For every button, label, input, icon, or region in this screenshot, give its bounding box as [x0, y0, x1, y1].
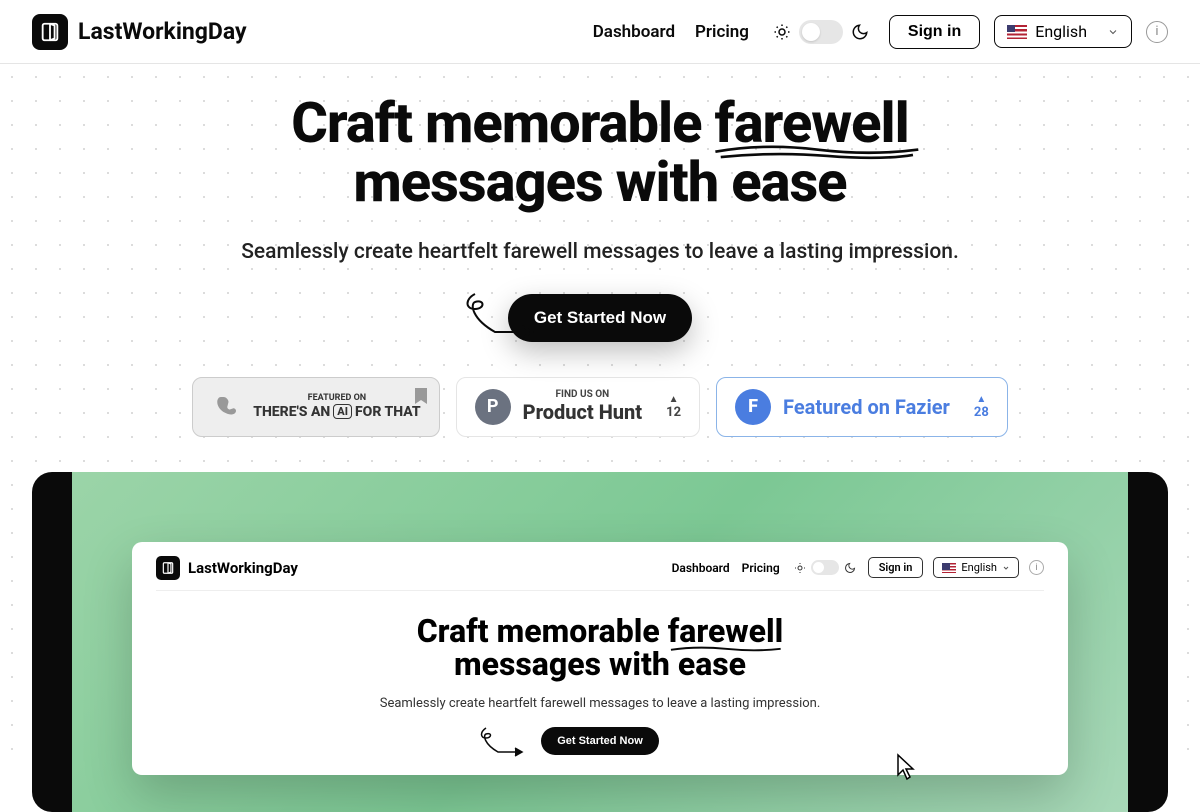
- taaft-main-label: THERE'S AN AI FOR THAT: [253, 404, 420, 420]
- demo-brand: LastWorkingDay: [188, 559, 298, 577]
- badge-row: Featured on THERE'S AN AI FOR THAT P FIN…: [0, 377, 1200, 437]
- hero-section: Craft memorable farewell messages with e…: [0, 64, 1200, 437]
- demo-header: LastWorkingDay Dashboard Pricing Sign in…: [156, 556, 1044, 591]
- fazier-f-icon: F: [735, 389, 771, 425]
- demo-nav: Dashboard Pricing: [672, 561, 780, 575]
- logo[interactable]: LastWorkingDay: [32, 14, 247, 50]
- fazier-label: Featured on Fazier: [783, 395, 950, 419]
- badge-fazier[interactable]: F Featured on Fazier ▲ 28: [716, 377, 1008, 437]
- hero-subtitle: Seamlessly create heartfelt farewell mes…: [0, 240, 1200, 264]
- demo-signin: Sign in: [868, 557, 924, 578]
- upvote-triangle-icon: ▲: [666, 394, 681, 405]
- bookmark-icon: [415, 388, 427, 404]
- demo-info: i: [1029, 560, 1044, 575]
- moon-icon: [844, 562, 856, 574]
- chevron-down-icon: [1107, 26, 1119, 38]
- underline-scribble-icon: [710, 141, 924, 162]
- arm-flex-icon: [211, 392, 241, 422]
- underline-scribble-icon: [668, 645, 784, 655]
- fazier-vote-count: ▲ 28: [974, 394, 989, 420]
- chevron-down-icon: [1002, 564, 1010, 572]
- cta-wrap: Get Started Now: [0, 294, 1200, 342]
- badge-producthunt[interactable]: P FIND US ON Product Hunt ▲ 12: [456, 377, 700, 437]
- theme-switcher: [773, 20, 869, 44]
- sun-icon: [773, 23, 791, 41]
- brand-name: LastWorkingDay: [78, 18, 247, 45]
- nav-links: Dashboard Pricing: [593, 22, 749, 42]
- ph-top-label: FIND US ON: [523, 389, 643, 400]
- demo-lang: English: [933, 557, 1019, 578]
- demo-toggle: [811, 560, 839, 575]
- demo-nav-pricing: Pricing: [742, 561, 780, 575]
- main-header: LastWorkingDay Dashboard Pricing Sign in…: [0, 0, 1200, 64]
- theme-toggle[interactable]: [799, 20, 843, 44]
- sun-icon: [794, 562, 806, 574]
- nav-dashboard[interactable]: Dashboard: [593, 22, 675, 42]
- demo-video-frame: LastWorkingDay Dashboard Pricing Sign in…: [32, 472, 1168, 812]
- signin-button[interactable]: Sign in: [889, 15, 980, 49]
- taaft-top-label: Featured on: [253, 393, 420, 404]
- hero-title: Craft memorable farewell messages with e…: [0, 94, 1200, 212]
- demo-cta-wrap: Get Started Now: [156, 727, 1044, 755]
- demo-logo-icon: [156, 556, 180, 580]
- info-button[interactable]: i: [1146, 21, 1168, 43]
- demo-subtitle: Seamlessly create heartfelt farewell mes…: [156, 696, 1044, 711]
- nav-pricing[interactable]: Pricing: [695, 22, 749, 42]
- us-flag-icon: [1007, 25, 1027, 39]
- demo-hero-title: Craft memorable farewell messages with e…: [156, 615, 1044, 682]
- demo-background: LastWorkingDay Dashboard Pricing Sign in…: [72, 472, 1128, 812]
- demo-nav-dashboard: Dashboard: [672, 561, 730, 575]
- upvote-triangle-icon: ▲: [974, 394, 989, 405]
- badge-theresanaiforthat[interactable]: Featured on THERE'S AN AI FOR THAT: [192, 377, 439, 437]
- demo-cta-button: Get Started Now: [541, 727, 659, 755]
- cursor-pointer-icon: [894, 753, 918, 783]
- producthunt-p-icon: P: [475, 389, 511, 425]
- us-flag-icon: [942, 563, 956, 573]
- moon-icon: [851, 23, 869, 41]
- arrow-squiggle-icon: [476, 722, 526, 762]
- demo-theme-area: [794, 560, 856, 575]
- ph-main-label: Product Hunt: [523, 400, 643, 424]
- language-label: English: [1035, 22, 1087, 41]
- info-icon: i: [1155, 24, 1158, 39]
- hero-underlined-word: farewell: [715, 94, 909, 153]
- ph-vote-count: ▲ 12: [666, 394, 681, 420]
- logo-door-icon: [32, 14, 68, 50]
- demo-inner-page: LastWorkingDay Dashboard Pricing Sign in…: [132, 542, 1068, 775]
- language-selector[interactable]: English: [994, 15, 1132, 48]
- arrow-squiggle-icon: [460, 284, 540, 344]
